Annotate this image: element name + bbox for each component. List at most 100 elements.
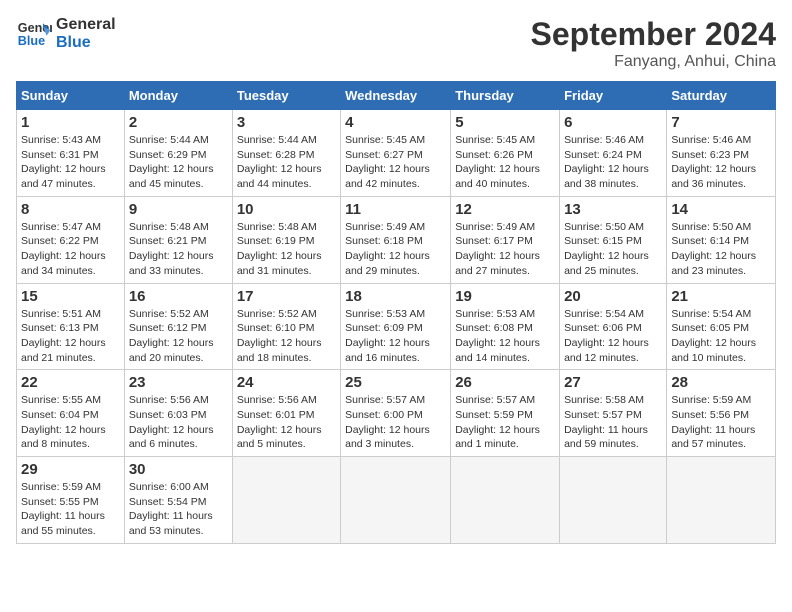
logo-icon: General Blue [16,16,52,52]
day-cell-11: 11 Sunrise: 5:49 AMSunset: 6:18 PMDaylig… [341,196,451,283]
day-info-2: Sunrise: 5:44 AMSunset: 6:29 PMDaylight:… [129,133,228,192]
day-number-18: 18 [345,288,446,305]
calendar-table: Sunday Monday Tuesday Wednesday Thursday… [16,81,776,544]
logo-general: General [56,16,116,33]
day-info-30: Sunrise: 6:00 AMSunset: 5:54 PMDaylight:… [129,480,228,539]
day-cell-7: 7 Sunrise: 5:46 AMSunset: 6:23 PMDayligh… [667,110,776,197]
logo-blue: Blue [56,34,116,52]
day-info-29: Sunrise: 5:59 AMSunset: 5:55 PMDaylight:… [21,480,120,539]
day-cell-15: 15 Sunrise: 5:51 AMSunset: 6:13 PMDaylig… [17,283,125,370]
day-info-3: Sunrise: 5:44 AMSunset: 6:28 PMDaylight:… [237,133,336,192]
day-info-12: Sunrise: 5:49 AMSunset: 6:17 PMDaylight:… [455,220,555,279]
weekday-header-row: Sunday Monday Tuesday Wednesday Thursday… [17,82,776,110]
week-row-3: 15 Sunrise: 5:51 AMSunset: 6:13 PMDaylig… [17,283,776,370]
day-info-28: Sunrise: 5:59 AMSunset: 5:56 PMDaylight:… [671,393,771,452]
day-number-30: 30 [129,461,228,478]
month-title: September 2024 [531,16,776,53]
header-thursday: Thursday [451,82,560,110]
day-info-4: Sunrise: 5:45 AMSunset: 6:27 PMDaylight:… [345,133,446,192]
day-number-10: 10 [237,201,336,218]
day-cell-19: 19 Sunrise: 5:53 AMSunset: 6:08 PMDaylig… [451,283,560,370]
day-cell-24: 24 Sunrise: 5:56 AMSunset: 6:01 PMDaylig… [232,370,340,457]
day-info-23: Sunrise: 5:56 AMSunset: 6:03 PMDaylight:… [129,393,228,452]
header-wednesday: Wednesday [341,82,451,110]
page-header: General Blue General Blue September 2024… [16,16,776,71]
empty-cell-3 [451,457,560,544]
day-info-24: Sunrise: 5:56 AMSunset: 6:01 PMDaylight:… [237,393,336,452]
day-info-20: Sunrise: 5:54 AMSunset: 6:06 PMDaylight:… [564,307,662,366]
day-cell-26: 26 Sunrise: 5:57 AMSunset: 5:59 PMDaylig… [451,370,560,457]
day-number-23: 23 [129,374,228,391]
day-number-13: 13 [564,201,662,218]
day-number-9: 9 [129,201,228,218]
day-cell-21: 21 Sunrise: 5:54 AMSunset: 6:05 PMDaylig… [667,283,776,370]
empty-cell-2 [341,457,451,544]
location: Fanyang, Anhui, China [531,53,776,71]
day-number-4: 4 [345,114,446,131]
day-info-16: Sunrise: 5:52 AMSunset: 6:12 PMDaylight:… [129,307,228,366]
day-cell-9: 9 Sunrise: 5:48 AMSunset: 6:21 PMDayligh… [124,196,232,283]
day-info-18: Sunrise: 5:53 AMSunset: 6:09 PMDaylight:… [345,307,446,366]
day-cell-12: 12 Sunrise: 5:49 AMSunset: 6:17 PMDaylig… [451,196,560,283]
day-info-26: Sunrise: 5:57 AMSunset: 5:59 PMDaylight:… [455,393,555,452]
day-cell-5: 5 Sunrise: 5:45 AMSunset: 6:26 PMDayligh… [451,110,560,197]
week-row-5: 29 Sunrise: 5:59 AMSunset: 5:55 PMDaylig… [17,457,776,544]
day-number-12: 12 [455,201,555,218]
empty-cell-1 [232,457,340,544]
day-number-20: 20 [564,288,662,305]
title-area: September 2024 Fanyang, Anhui, China [531,16,776,71]
empty-cell-5 [667,457,776,544]
day-number-16: 16 [129,288,228,305]
day-info-14: Sunrise: 5:50 AMSunset: 6:14 PMDaylight:… [671,220,771,279]
day-cell-30: 30 Sunrise: 6:00 AMSunset: 5:54 PMDaylig… [124,457,232,544]
header-monday: Monday [124,82,232,110]
day-number-21: 21 [671,288,771,305]
day-info-15: Sunrise: 5:51 AMSunset: 6:13 PMDaylight:… [21,307,120,366]
header-friday: Friday [560,82,667,110]
day-cell-3: 3 Sunrise: 5:44 AMSunset: 6:28 PMDayligh… [232,110,340,197]
day-info-25: Sunrise: 5:57 AMSunset: 6:00 PMDaylight:… [345,393,446,452]
day-info-13: Sunrise: 5:50 AMSunset: 6:15 PMDaylight:… [564,220,662,279]
day-number-25: 25 [345,374,446,391]
day-number-14: 14 [671,201,771,218]
day-cell-23: 23 Sunrise: 5:56 AMSunset: 6:03 PMDaylig… [124,370,232,457]
day-number-27: 27 [564,374,662,391]
day-cell-29: 29 Sunrise: 5:59 AMSunset: 5:55 PMDaylig… [17,457,125,544]
day-number-3: 3 [237,114,336,131]
day-info-7: Sunrise: 5:46 AMSunset: 6:23 PMDaylight:… [671,133,771,192]
day-number-24: 24 [237,374,336,391]
day-info-10: Sunrise: 5:48 AMSunset: 6:19 PMDaylight:… [237,220,336,279]
day-info-1: Sunrise: 5:43 AMSunset: 6:31 PMDaylight:… [21,133,120,192]
logo: General Blue General Blue [16,16,116,52]
day-number-26: 26 [455,374,555,391]
day-cell-6: 6 Sunrise: 5:46 AMSunset: 6:24 PMDayligh… [560,110,667,197]
day-info-9: Sunrise: 5:48 AMSunset: 6:21 PMDaylight:… [129,220,228,279]
day-number-7: 7 [671,114,771,131]
day-cell-1: 1 Sunrise: 5:43 AMSunset: 6:31 PMDayligh… [17,110,125,197]
day-cell-16: 16 Sunrise: 5:52 AMSunset: 6:12 PMDaylig… [124,283,232,370]
day-cell-28: 28 Sunrise: 5:59 AMSunset: 5:56 PMDaylig… [667,370,776,457]
day-number-28: 28 [671,374,771,391]
header-sunday: Sunday [17,82,125,110]
day-info-11: Sunrise: 5:49 AMSunset: 6:18 PMDaylight:… [345,220,446,279]
day-cell-17: 17 Sunrise: 5:52 AMSunset: 6:10 PMDaylig… [232,283,340,370]
day-number-2: 2 [129,114,228,131]
day-number-5: 5 [455,114,555,131]
day-cell-22: 22 Sunrise: 5:55 AMSunset: 6:04 PMDaylig… [17,370,125,457]
day-cell-10: 10 Sunrise: 5:48 AMSunset: 6:19 PMDaylig… [232,196,340,283]
day-number-22: 22 [21,374,120,391]
day-cell-20: 20 Sunrise: 5:54 AMSunset: 6:06 PMDaylig… [560,283,667,370]
day-number-1: 1 [21,114,120,131]
day-info-6: Sunrise: 5:46 AMSunset: 6:24 PMDaylight:… [564,133,662,192]
day-info-19: Sunrise: 5:53 AMSunset: 6:08 PMDaylight:… [455,307,555,366]
empty-cell-4 [560,457,667,544]
day-info-5: Sunrise: 5:45 AMSunset: 6:26 PMDaylight:… [455,133,555,192]
day-number-17: 17 [237,288,336,305]
day-number-6: 6 [564,114,662,131]
header-tuesday: Tuesday [232,82,340,110]
day-info-17: Sunrise: 5:52 AMSunset: 6:10 PMDaylight:… [237,307,336,366]
day-info-22: Sunrise: 5:55 AMSunset: 6:04 PMDaylight:… [21,393,120,452]
day-number-15: 15 [21,288,120,305]
svg-text:Blue: Blue [18,34,45,48]
day-cell-8: 8 Sunrise: 5:47 AMSunset: 6:22 PMDayligh… [17,196,125,283]
